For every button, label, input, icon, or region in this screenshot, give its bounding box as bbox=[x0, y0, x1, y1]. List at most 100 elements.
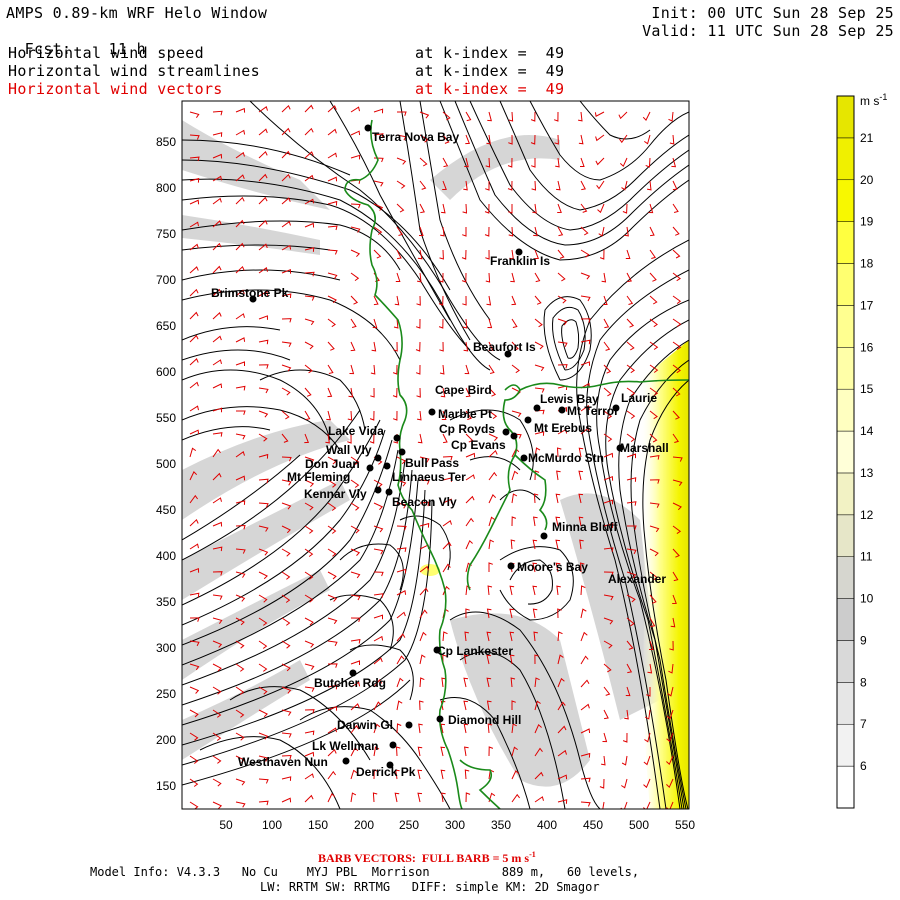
label-cp-royds: Cp Royds bbox=[439, 422, 495, 436]
y-tick-label: 650 bbox=[156, 319, 176, 333]
label-terra-nova-bay: Terra Nova Bay bbox=[372, 130, 459, 144]
label-beacon-vly: Beacon Vly bbox=[392, 495, 457, 509]
x-tick-label: 450 bbox=[583, 818, 603, 832]
label-marshall: Marshall bbox=[620, 441, 669, 455]
x-tick-label: 100 bbox=[262, 818, 282, 832]
x-tick-label: 150 bbox=[308, 818, 328, 832]
y-tick-label: 800 bbox=[156, 181, 176, 195]
label-darwin-gl: Darwin Gl bbox=[337, 718, 393, 732]
colorbar-level-label: 16 bbox=[860, 340, 874, 354]
label-bull-pass: Bull Pass bbox=[405, 456, 459, 470]
label-mcmurdo-stn: McMurdo Stn bbox=[528, 451, 604, 465]
label-lake-vida: Lake Vida bbox=[328, 424, 384, 438]
colorbar-bin bbox=[836, 723, 855, 767]
place-marker bbox=[383, 462, 391, 470]
place-marker bbox=[374, 454, 382, 462]
colorbar-boxes bbox=[836, 95, 855, 809]
colorbar-level-label: 6 bbox=[860, 759, 867, 773]
label-brimstone-pk: Brimstone Pk bbox=[211, 286, 289, 300]
place-marker bbox=[366, 464, 374, 472]
y-tick-label: 150 bbox=[156, 779, 176, 793]
label-cp-lankester: Cp Lankester bbox=[437, 644, 513, 658]
label-mt-terror: Mt Terror bbox=[567, 404, 619, 418]
colorbar-bin bbox=[836, 388, 855, 432]
colorbar-level-label: 9 bbox=[860, 633, 867, 647]
place-marker bbox=[389, 741, 397, 749]
place-marker bbox=[436, 715, 444, 723]
label-minna-bluff: Minna Bluff bbox=[552, 520, 618, 534]
label-alexander: Alexander bbox=[608, 572, 666, 586]
label-moores-bay: Moore's Bay bbox=[517, 560, 588, 574]
x-tick-label: 400 bbox=[537, 818, 557, 832]
x-tick-label: 250 bbox=[399, 818, 419, 832]
place-marker bbox=[510, 432, 518, 440]
x-tick-label: 500 bbox=[629, 818, 649, 832]
y-tick-label: 700 bbox=[156, 273, 176, 287]
colorbar-bin bbox=[836, 472, 855, 516]
label-kennar-vly: Kennar Vly bbox=[304, 487, 367, 501]
y-axis: 850 800 750 700 650 600 550 500 450 400 … bbox=[156, 135, 176, 793]
x-tick-label: 200 bbox=[354, 818, 374, 832]
y-tick-label: 450 bbox=[156, 503, 176, 517]
y-tick-label: 350 bbox=[156, 595, 176, 609]
map-figure: Terra Nova Bay Franklin Is Brimstone Pk … bbox=[156, 92, 887, 832]
colorbar-level-label: 11 bbox=[860, 550, 873, 564]
colorbar-unit: m s-1 bbox=[860, 92, 887, 108]
colorbar-level-label: 13 bbox=[860, 466, 874, 480]
map-area: Terra Nova Bay Franklin Is Brimstone Pk … bbox=[182, 101, 689, 809]
x-tick-label: 300 bbox=[445, 818, 465, 832]
x-axis: 50 100 150 200 250 300 350 400 450 500 5… bbox=[219, 818, 695, 832]
colorbar-bin bbox=[836, 263, 855, 306]
label-linnaeus-ter: Linnaeus Ter bbox=[392, 470, 466, 484]
label-don-juan: Don Juan bbox=[305, 457, 360, 471]
place-marker bbox=[393, 434, 401, 442]
y-tick-label: 250 bbox=[156, 687, 176, 701]
colorbar-level-label: 20 bbox=[860, 173, 874, 187]
colorbar-bin bbox=[836, 640, 855, 683]
place-marker bbox=[405, 721, 413, 729]
place-marker bbox=[558, 406, 566, 414]
label-cape-bird: Cape Bird bbox=[435, 383, 492, 397]
label-cp-evans: Cp Evans bbox=[451, 438, 506, 452]
place-marker bbox=[428, 408, 436, 416]
place-marker bbox=[342, 757, 350, 765]
colorbar-bin bbox=[836, 137, 855, 181]
colorbar-bin bbox=[836, 598, 855, 641]
x-tick-label: 50 bbox=[219, 818, 233, 832]
place-marker bbox=[364, 124, 372, 132]
colorbar-bin bbox=[836, 514, 855, 557]
place-marker bbox=[502, 428, 510, 436]
y-tick-label: 850 bbox=[156, 135, 176, 149]
colorbar-level-label: 10 bbox=[860, 592, 874, 606]
label-marble-pt: Marble Pt bbox=[438, 407, 492, 421]
place-marker bbox=[374, 486, 382, 494]
colorbar-level-label: 15 bbox=[860, 382, 874, 396]
colorbar-bin bbox=[836, 305, 855, 348]
place-marker bbox=[520, 454, 528, 462]
label-butcher-rdg: Butcher Rdg bbox=[314, 676, 386, 690]
y-tick-label: 300 bbox=[156, 641, 176, 655]
label-beaufort-is: Beaufort Is bbox=[473, 340, 536, 354]
label-mt-fleming: Mt Fleming bbox=[287, 470, 350, 484]
y-tick-label: 750 bbox=[156, 227, 176, 241]
label-wall-vly: Wall Vly bbox=[326, 443, 372, 457]
place-marker bbox=[507, 562, 515, 570]
place-marker bbox=[540, 532, 548, 540]
place-marker bbox=[524, 416, 532, 424]
label-lk-wellman: Lk Wellman bbox=[312, 739, 378, 753]
x-tick-label: 350 bbox=[491, 818, 511, 832]
colorbar-bin bbox=[836, 430, 855, 474]
model-info-line-1: Model Info: V4.3.3 No Cu MYJ PBL Morriso… bbox=[90, 865, 640, 879]
label-diamond-hill: Diamond Hill bbox=[448, 713, 521, 727]
y-tick-label: 500 bbox=[156, 457, 176, 471]
colorbar-bin bbox=[836, 221, 855, 264]
colorbar-bin bbox=[836, 765, 855, 809]
colorbar-level-label: 19 bbox=[860, 215, 874, 229]
barb-legend: BARB VECTORS: FULL BARB = 5 m s-1 bbox=[318, 850, 536, 865]
place-marker bbox=[398, 448, 406, 456]
colorbar-labels: 6 7 8 9 10 11 12 13 14 15 16 17 18 19 20 21 bbox=[860, 131, 874, 773]
label-laurie: Laurie bbox=[621, 391, 657, 405]
label-mt-erebus: Mt Erebus bbox=[534, 421, 592, 435]
y-tick-label: 600 bbox=[156, 365, 176, 379]
colorbar-level-label: 8 bbox=[860, 675, 867, 689]
